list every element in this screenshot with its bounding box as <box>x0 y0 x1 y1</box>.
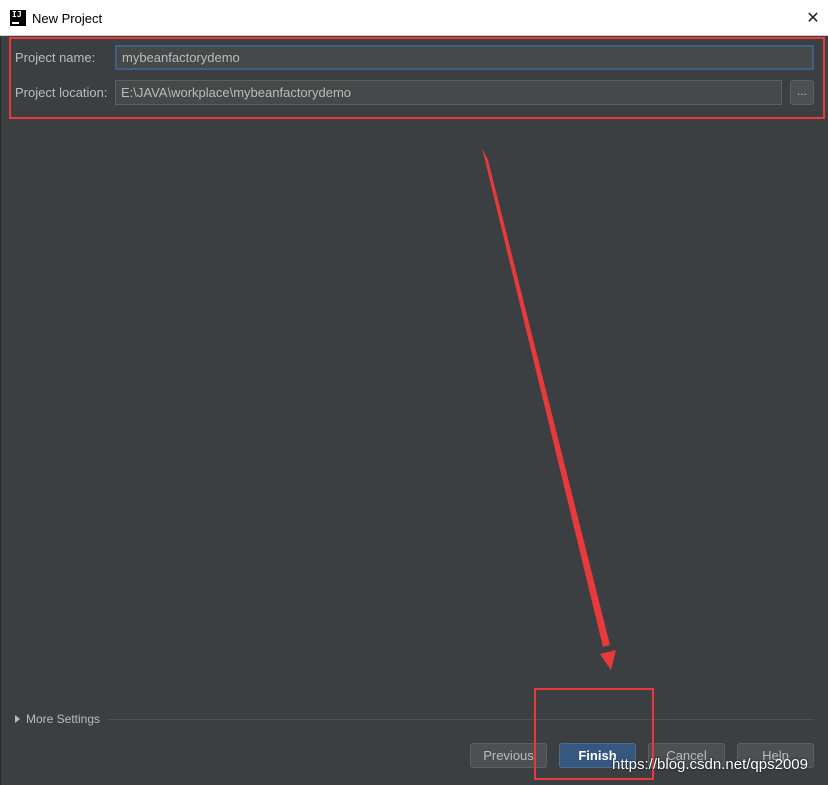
watermark-text: https://blog.csdn.net/qps2009 <box>612 756 808 773</box>
more-settings-divider <box>108 719 814 720</box>
fields-highlight-box <box>9 37 825 119</box>
more-settings-label: More Settings <box>26 712 101 726</box>
title-bar: IJ New Project ✕ <box>0 0 828 36</box>
more-settings-toggle[interactable]: More Settings <box>15 712 100 726</box>
app-icon-text: IJ <box>12 10 22 19</box>
window-title: New Project <box>32 11 103 26</box>
close-button[interactable]: ✕ <box>798 0 828 36</box>
dialog-content <box>0 37 828 785</box>
expand-triangle-icon <box>15 715 20 723</box>
intellij-icon: IJ <box>10 10 26 26</box>
